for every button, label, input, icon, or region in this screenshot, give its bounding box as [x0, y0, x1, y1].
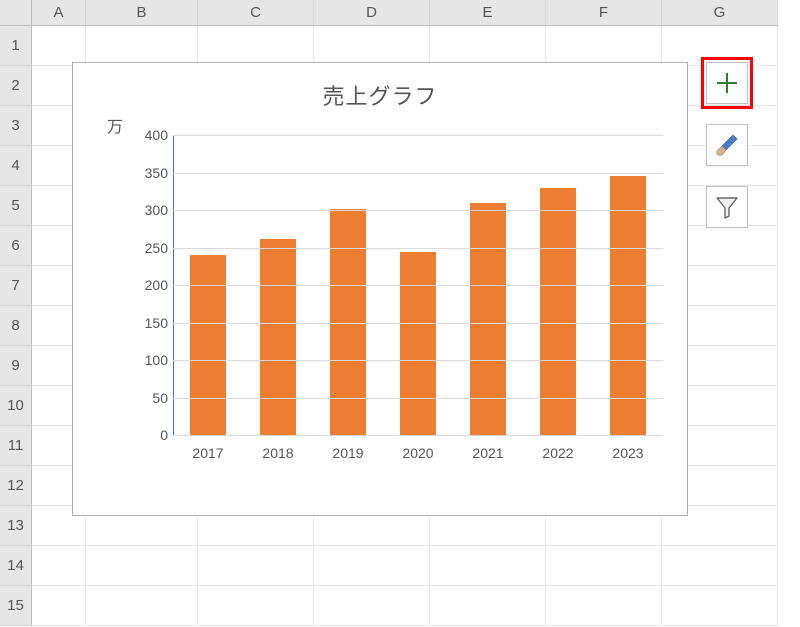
cell[interactable]	[198, 26, 314, 66]
row-header[interactable]: 1	[0, 26, 32, 66]
cell[interactable]	[198, 546, 314, 586]
x-tick-label: 2019	[318, 445, 378, 461]
x-tick-label: 2017	[178, 445, 238, 461]
cell[interactable]	[662, 546, 778, 586]
row-header[interactable]: 3	[0, 106, 32, 146]
row-header[interactable]: 8	[0, 306, 32, 346]
cell[interactable]	[430, 546, 546, 586]
cell[interactable]	[430, 26, 546, 66]
cell[interactable]	[86, 546, 198, 586]
chart-title[interactable]: 売上グラフ	[73, 79, 687, 111]
chart-plot-area[interactable]	[173, 135, 663, 435]
cell[interactable]	[198, 586, 314, 626]
row-header[interactable]: 7	[0, 266, 32, 306]
cell[interactable]	[546, 586, 662, 626]
row-header[interactable]: 2	[0, 66, 32, 106]
select-all-corner[interactable]	[0, 0, 32, 26]
column-header[interactable]: A	[32, 0, 86, 26]
row-header[interactable]: 14	[0, 546, 32, 586]
row-header[interactable]: 13	[0, 506, 32, 546]
y-tick-label: 0	[108, 427, 168, 443]
y-tick-label: 150	[108, 315, 168, 331]
column-header[interactable]: E	[430, 0, 546, 26]
y-tick-label: 50	[108, 390, 168, 406]
y-tick-label: 300	[108, 202, 168, 218]
chart-object[interactable]: 売上グラフ 万 05010015020025030035040020172018…	[72, 62, 688, 516]
cell[interactable]	[546, 26, 662, 66]
cell[interactable]	[430, 586, 546, 626]
x-tick-label: 2020	[388, 445, 448, 461]
row-header-col: 123456789101112131415	[0, 26, 32, 627]
cell[interactable]	[662, 586, 778, 626]
cell[interactable]	[32, 546, 86, 586]
chart-bar[interactable]	[260, 239, 296, 436]
funnel-icon	[714, 194, 740, 220]
chart-filters-button[interactable]	[706, 186, 748, 228]
column-header[interactable]: C	[198, 0, 314, 26]
cell[interactable]	[86, 26, 198, 66]
cell[interactable]	[32, 26, 86, 66]
column-header[interactable]: B	[86, 0, 198, 26]
chart-styles-button[interactable]	[706, 124, 748, 166]
y-tick-label: 400	[108, 127, 168, 143]
chart-bar[interactable]	[190, 255, 226, 435]
gridline	[173, 248, 663, 249]
paintbrush-icon	[714, 132, 740, 158]
y-tick-label: 350	[108, 165, 168, 181]
row-header[interactable]: 11	[0, 426, 32, 466]
row-header[interactable]: 10	[0, 386, 32, 426]
column-header-row: ABCDEFG	[32, 0, 800, 26]
cell[interactable]	[314, 546, 430, 586]
y-tick-label: 200	[108, 277, 168, 293]
x-tick-label: 2022	[528, 445, 588, 461]
column-header[interactable]: G	[662, 0, 778, 26]
chart-bar[interactable]	[400, 252, 436, 435]
row-header[interactable]: 5	[0, 186, 32, 226]
row-header[interactable]: 6	[0, 226, 32, 266]
gridline	[173, 210, 663, 211]
row-header[interactable]: 12	[0, 466, 32, 506]
gridline	[173, 323, 663, 324]
chart-elements-button[interactable]	[706, 62, 748, 104]
gridline	[173, 435, 663, 436]
plus-icon	[715, 71, 739, 95]
y-tick-label: 250	[108, 240, 168, 256]
spreadsheet: ABCDEFG 123456789101112131415 売上グラフ 万 05…	[0, 0, 800, 627]
column-header[interactable]: D	[314, 0, 430, 26]
row-header[interactable]: 4	[0, 146, 32, 186]
column-header[interactable]: F	[546, 0, 662, 26]
cell[interactable]	[86, 586, 198, 626]
row-header[interactable]: 15	[0, 586, 32, 626]
cell[interactable]	[314, 586, 430, 626]
gridline	[173, 285, 663, 286]
cell[interactable]	[32, 586, 86, 626]
x-tick-label: 2023	[598, 445, 658, 461]
cell[interactable]	[314, 26, 430, 66]
chart-bar[interactable]	[470, 203, 506, 436]
x-tick-label: 2018	[248, 445, 308, 461]
gridline	[173, 398, 663, 399]
cell[interactable]	[662, 26, 778, 66]
y-tick-label: 100	[108, 352, 168, 368]
x-tick-label: 2021	[458, 445, 518, 461]
gridline	[173, 173, 663, 174]
gridline	[173, 360, 663, 361]
gridline	[173, 135, 663, 136]
cell[interactable]	[546, 546, 662, 586]
chart-bar[interactable]	[610, 176, 646, 435]
row-header[interactable]: 9	[0, 346, 32, 386]
